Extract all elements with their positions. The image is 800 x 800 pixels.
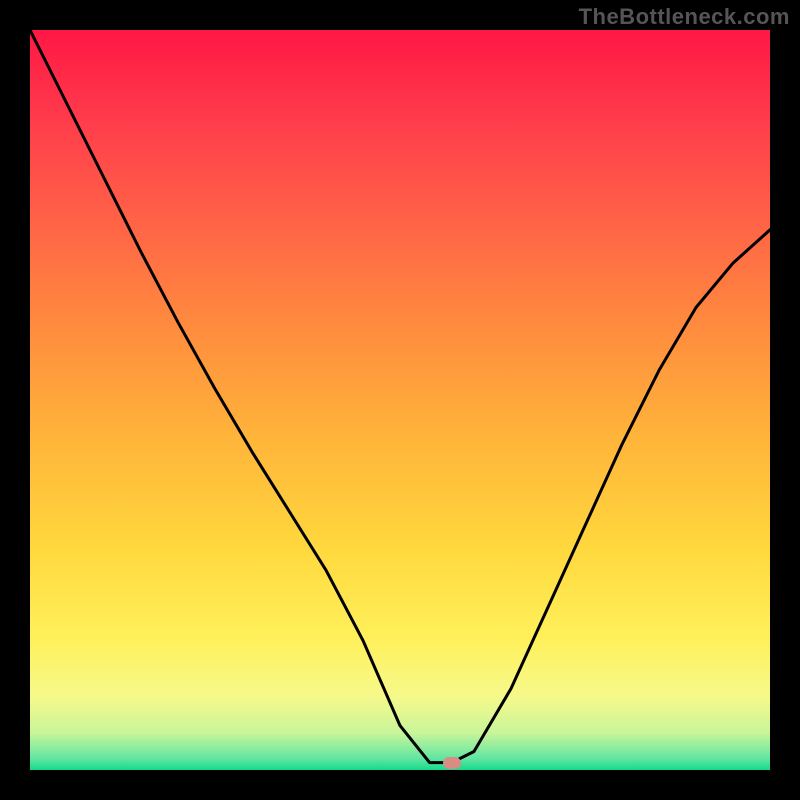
bottleneck-curve [30, 30, 770, 763]
plot-area [30, 30, 770, 770]
optimal-marker [443, 757, 461, 769]
curve-layer [30, 30, 770, 770]
chart-frame: TheBottleneck.com [0, 0, 800, 800]
watermark-text: TheBottleneck.com [579, 4, 790, 30]
